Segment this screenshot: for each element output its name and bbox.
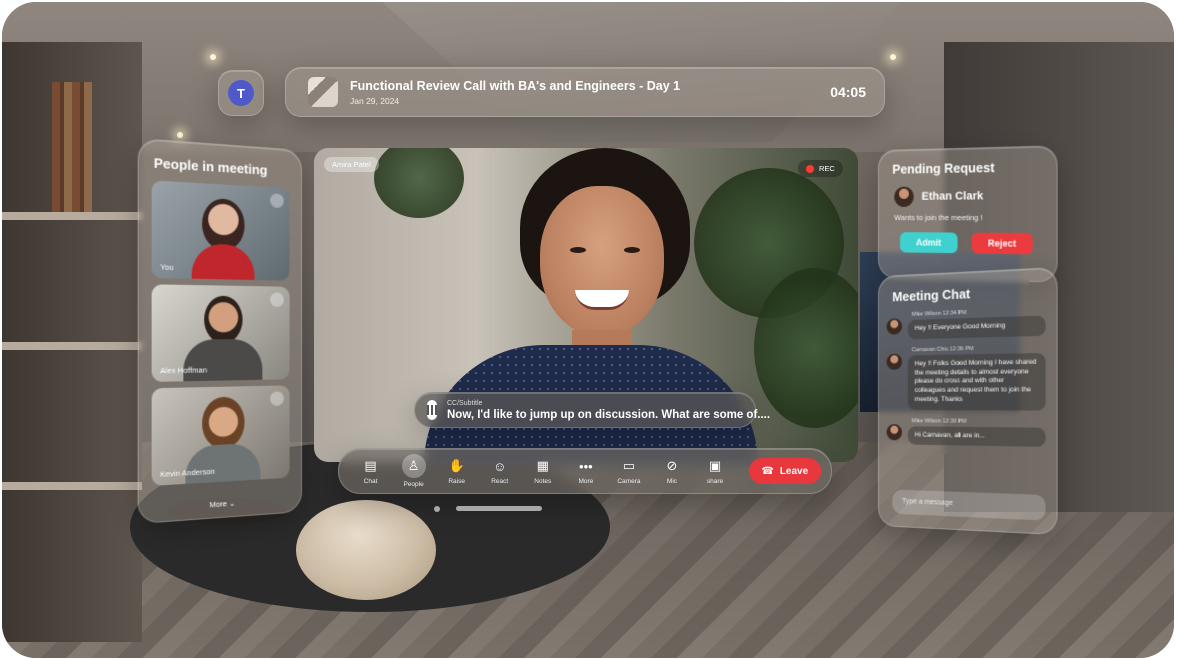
requester-name: Ethan Clark [921,190,984,203]
speaker-eye [570,247,586,253]
chat-message: Carnavan Chiu 12:36 PM Hey !! Folks Good… [886,344,1046,411]
people-button[interactable]: ♙ People [392,454,435,488]
message-time: 12:34 PM [942,309,967,317]
camera-button[interactable]: ▭ Camera [607,457,650,485]
notes-label: Notes [534,478,552,485]
react-label: React [491,478,509,485]
participant-name: You [160,262,174,273]
leave-button[interactable]: ☎ Leave [748,458,821,484]
chat-icon: ▤ [364,458,377,473]
share-label: share [706,478,724,485]
pin-icon[interactable] [270,292,284,307]
ceiling-light [890,54,896,60]
message-author: Carnavan Chiu [911,346,949,354]
more-button[interactable]: ••• More [564,457,607,486]
camera-icon: ▭ [622,458,636,473]
more-label: More [209,498,227,510]
message-time: 12:39 PM [942,418,967,425]
chevron-down-icon: ⌄ [228,498,236,509]
people-panel: People in meeting You Alex Hoffman Kevin… [137,137,302,525]
share-icon: ▣ [708,458,722,473]
chat-message-input[interactable]: Type a message [892,489,1046,521]
message-time: 12:36 PM [949,345,974,353]
avatar [886,353,903,370]
participant-tile[interactable]: You [151,180,290,281]
meeting-header: Functional Review Call with BA's and Eng… [285,67,885,117]
ceiling-light [177,132,183,138]
audio-wave-icon [427,400,437,420]
speaker-face [540,186,664,336]
pending-title: Pending Request [892,160,995,177]
admit-button[interactable]: Admit [900,232,958,254]
request-message: Wants to join the meeting ! [894,212,983,223]
notes-button[interactable]: ▦ Notes [521,457,564,485]
phone-hangup-icon: ☎ [761,465,774,477]
message-author: Mike Wilson [911,310,942,318]
ceiling-light [210,54,216,60]
emoji-icon: ☺ [493,458,507,474]
message-text: Hey !! Folks Good Morning I have shared … [907,352,1046,411]
teams-app-button[interactable]: T [218,70,264,116]
more-label: More [578,478,594,485]
chat-message: Mike Wilson 12:34 PM Hey !! Everyone Goo… [886,307,1046,340]
chat-title: Meeting Chat [892,286,971,305]
subtitle-label: CC/Subtitle [447,399,483,407]
shelf-board [2,482,142,490]
notes-icon: ▦ [536,458,549,473]
shelf-board [2,342,142,350]
pouf [296,500,436,600]
message-author: Mike Wilson [911,417,942,425]
subtitle-text: Now, I'd like to jump up on discussion. … [447,408,771,421]
more-icon: ••• [579,458,593,474]
meeting-chat-panel: Meeting Chat Mike Wilson 12:34 PM Hey !!… [878,266,1058,536]
rec-label: REC [819,164,835,173]
camera-label: Camera [617,478,641,485]
people-label: People [403,481,424,488]
meeting-timer: 04:05 [830,84,866,100]
message-text: Hey !! Everyone Good Morning [907,315,1046,340]
message-text: Hi Carnavan, all are in... [907,425,1046,448]
teams-logo-icon: T [228,80,254,106]
hand-icon: ✋ [448,458,465,473]
share-button[interactable]: ▣ share [694,457,737,485]
reject-button[interactable]: Reject [971,232,1033,255]
window-grab-bar[interactable] [456,506,542,511]
chat-button[interactable]: ▤ Chat [349,457,392,485]
avatar [894,186,914,207]
books [52,82,92,212]
rec-dot-icon [806,164,814,173]
participant-name: Alex Hoffman [160,365,208,376]
pending-request-panel: Pending Request Ethan Clark Wants to joi… [878,145,1058,283]
leave-label: Leave [779,465,809,477]
mic-label: Mic [666,478,678,485]
pin-icon[interactable] [270,193,284,209]
shelf-board [2,212,142,220]
speaker-eye [624,247,640,253]
rec-indicator: REC [798,160,843,177]
meeting-title: Functional Review Call with BA's and Eng… [350,78,681,93]
avatar [886,318,903,335]
people-panel-title: People in meeting [153,155,268,178]
meeting-thumbnail [308,77,338,107]
window-dot[interactable] [434,506,440,512]
left-shelf [2,42,142,642]
meeting-toolbar: ▤ Chat ♙ People ✋ Raise ☺ React ▦ Notes … [338,448,832,494]
mic-off-icon: ⊘ [666,458,678,473]
react-button[interactable]: ☺ React [478,457,521,486]
subtitle-bar: CC/Subtitle Now, I'd like to jump up on … [414,392,770,428]
chat-label: Chat [363,478,378,485]
more-participants-link[interactable]: More ⌄ [139,494,301,514]
participant-tile[interactable]: Kevin Anderson [151,385,290,486]
meeting-date: Jan 29, 2024 [350,95,400,106]
chat-message: Mike Wilson 12:39 PM Hi Carnavan, all ar… [886,417,1046,448]
people-icon: ♙ [401,454,426,478]
raise-hand-button[interactable]: ✋ Raise [435,457,478,485]
mic-button[interactable]: ⊘ Mic [650,457,693,485]
speaker-name-tag: Amira Patel [324,157,379,172]
raise-label: Raise [448,478,465,485]
participant-tile[interactable]: Alex Hoffman [151,284,290,382]
avatar [886,423,903,440]
